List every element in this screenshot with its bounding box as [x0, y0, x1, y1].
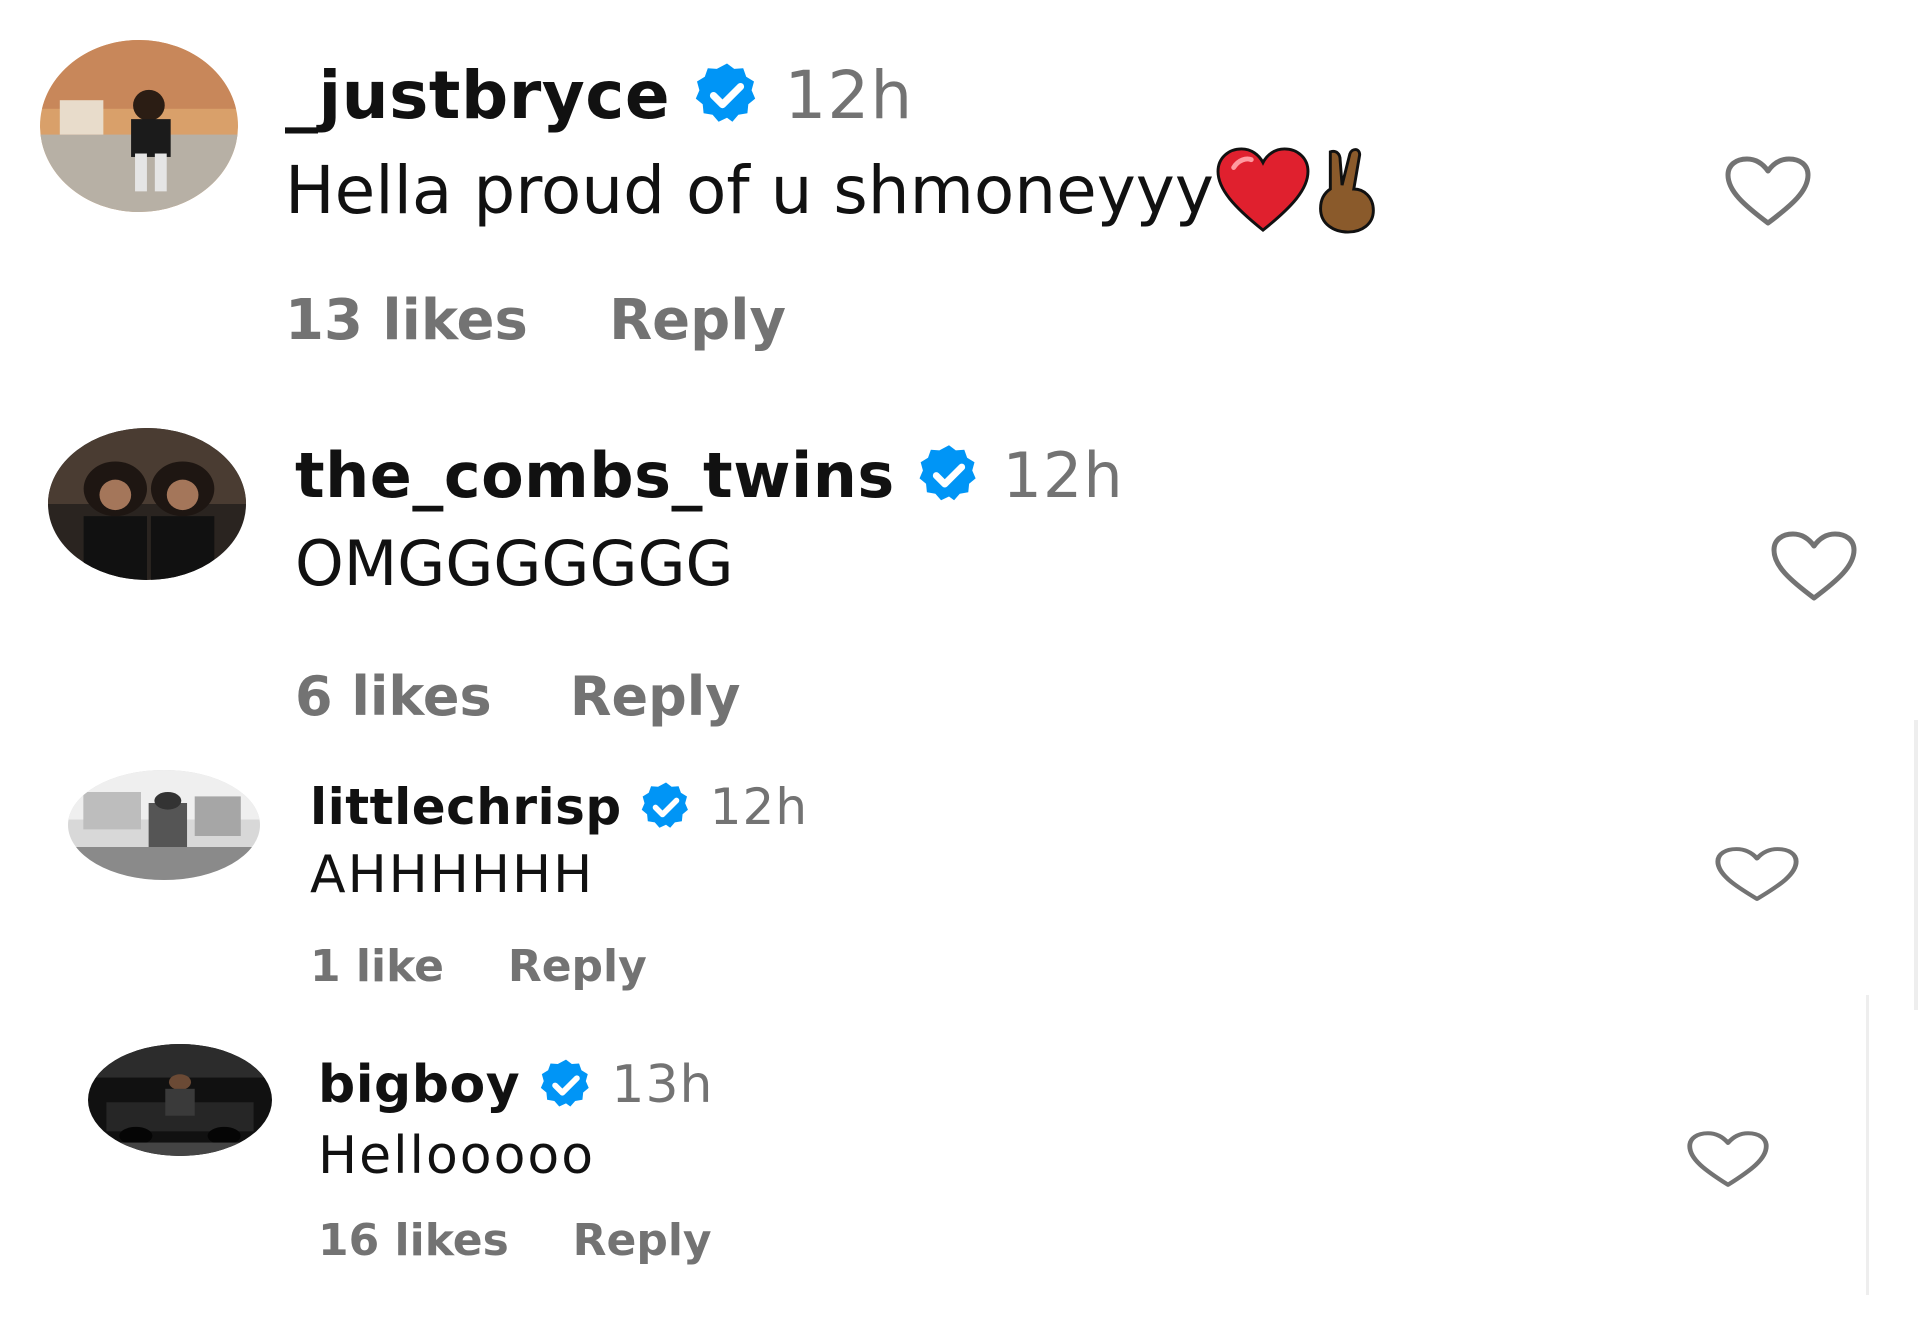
- likes-count[interactable]: 13 likes: [285, 288, 528, 353]
- avatar[interactable]: [40, 40, 238, 212]
- comment-text: Hellooooo: [318, 1126, 596, 1186]
- heart-outline-icon[interactable]: [1684, 1130, 1772, 1188]
- username[interactable]: _justbryce: [285, 57, 670, 134]
- comment-body: the_combs_twins 12h OMGGGGGGG 6 likes Re…: [295, 432, 1124, 736]
- crossed-fingers-emoji: [1312, 146, 1378, 234]
- comment-body: bigboy 13h Hellooooo 16 likes Reply: [318, 1050, 714, 1270]
- heart-outline-icon[interactable]: [1712, 846, 1802, 902]
- reply-button[interactable]: Reply: [570, 665, 741, 728]
- reply-button[interactable]: Reply: [609, 288, 786, 353]
- avatar[interactable]: [68, 770, 260, 880]
- verified-badge-icon: [537, 1056, 595, 1114]
- comment-item: the_combs_twins 12h OMGGGGGGG 6 likes Re…: [0, 400, 1920, 750]
- comment-item: _justbryce 12h Hella proud of u shmoneyy…: [0, 0, 1920, 400]
- comment-text: OMGGGGGGG: [295, 526, 734, 600]
- likes-count[interactable]: 16 likes: [318, 1215, 509, 1266]
- scrollbar-track[interactable]: [1866, 995, 1869, 1295]
- comment-item: bigboy 13h Hellooooo 16 likes Reply: [0, 1040, 1920, 1319]
- scrollbar-track[interactable]: [1914, 720, 1918, 1010]
- comment-text: AHHHHHH: [310, 845, 595, 905]
- comment-time: 12h: [709, 778, 809, 836]
- reply-button[interactable]: Reply: [573, 1215, 712, 1266]
- likes-count[interactable]: 1 like: [310, 941, 444, 992]
- comment-time: 12h: [784, 56, 914, 134]
- comment-time: 13h: [611, 1055, 714, 1115]
- username[interactable]: bigboy: [318, 1055, 520, 1115]
- comment-body: littlechrisp 12h AHHHHHH 1 like Reply: [310, 774, 808, 996]
- verified-badge-icon: [691, 59, 763, 131]
- comment-body: _justbryce 12h Hella proud of u shmoneyy…: [285, 50, 1378, 360]
- verified-badge-icon: [638, 779, 694, 835]
- red-heart-emoji: [1214, 146, 1312, 234]
- avatar[interactable]: [88, 1044, 272, 1156]
- comment-text: Hella proud of u shmoneyyy: [285, 151, 1214, 229]
- reply-button[interactable]: Reply: [508, 941, 647, 992]
- comment-item: littlechrisp 12h AHHHHHH 1 like Reply: [0, 750, 1920, 1040]
- verified-badge-icon: [915, 441, 983, 509]
- username[interactable]: littlechrisp: [310, 778, 622, 836]
- heart-outline-icon[interactable]: [1766, 530, 1862, 602]
- heart-outline-icon[interactable]: [1722, 155, 1814, 227]
- avatar[interactable]: [48, 428, 246, 580]
- likes-count[interactable]: 6 likes: [295, 665, 492, 728]
- username[interactable]: the_combs_twins: [295, 439, 895, 512]
- comment-time: 12h: [1002, 438, 1124, 512]
